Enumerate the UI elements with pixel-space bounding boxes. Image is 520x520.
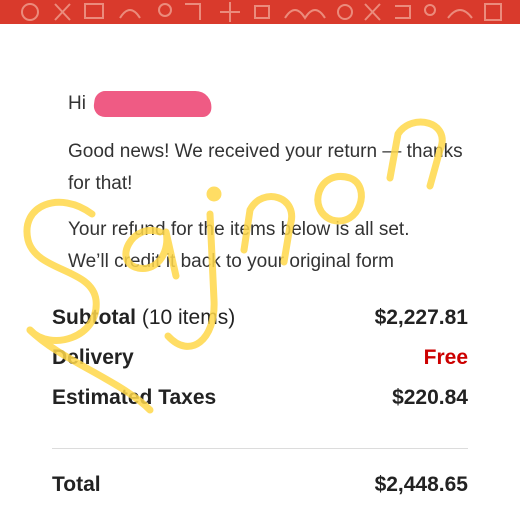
email-page: Hi Good news! We received your return — …	[0, 0, 520, 520]
banner-pattern	[21, 2, 502, 22]
greeting-line: Hi	[68, 88, 468, 120]
subtotal-item-count: (10 items)	[136, 306, 236, 329]
refund-text-line-1: Your refund for the items below is all s…	[68, 219, 410, 240]
return-received-text: Good news! We received your return — tha…	[68, 141, 463, 194]
summary-divider	[52, 448, 468, 449]
subtotal-row: Subtotal (10 items) $2,227.81	[52, 306, 468, 346]
refund-text-line-2: We’ll credit it back to your original fo…	[68, 251, 394, 272]
subtotal-value: $2,227.81	[374, 306, 468, 329]
taxes-row: Estimated Taxes $220.84	[52, 386, 468, 426]
taxes-value: $220.84	[392, 386, 468, 409]
delivery-label: Delivery	[52, 346, 134, 369]
email-body: Hi Good news! We received your return — …	[68, 88, 468, 292]
total-value: $2,448.65	[374, 473, 468, 496]
redacted-name	[92, 91, 214, 117]
total-row: Total $2,448.65	[52, 473, 468, 513]
order-summary: Subtotal (10 items) $2,227.81 Delivery F…	[52, 306, 468, 513]
greeting-text: Hi	[68, 93, 86, 114]
taxes-label: Estimated Taxes	[52, 386, 217, 409]
total-label: Total	[52, 473, 101, 496]
subtotal-label-text: Subtotal	[52, 306, 136, 329]
delivery-value: Free	[423, 346, 468, 369]
refund-text: Your refund for the items below is all s…	[68, 214, 468, 278]
header-banner	[0, 0, 520, 24]
delivery-row: Delivery Free	[52, 346, 468, 386]
subtotal-label: Subtotal (10 items)	[52, 306, 235, 330]
